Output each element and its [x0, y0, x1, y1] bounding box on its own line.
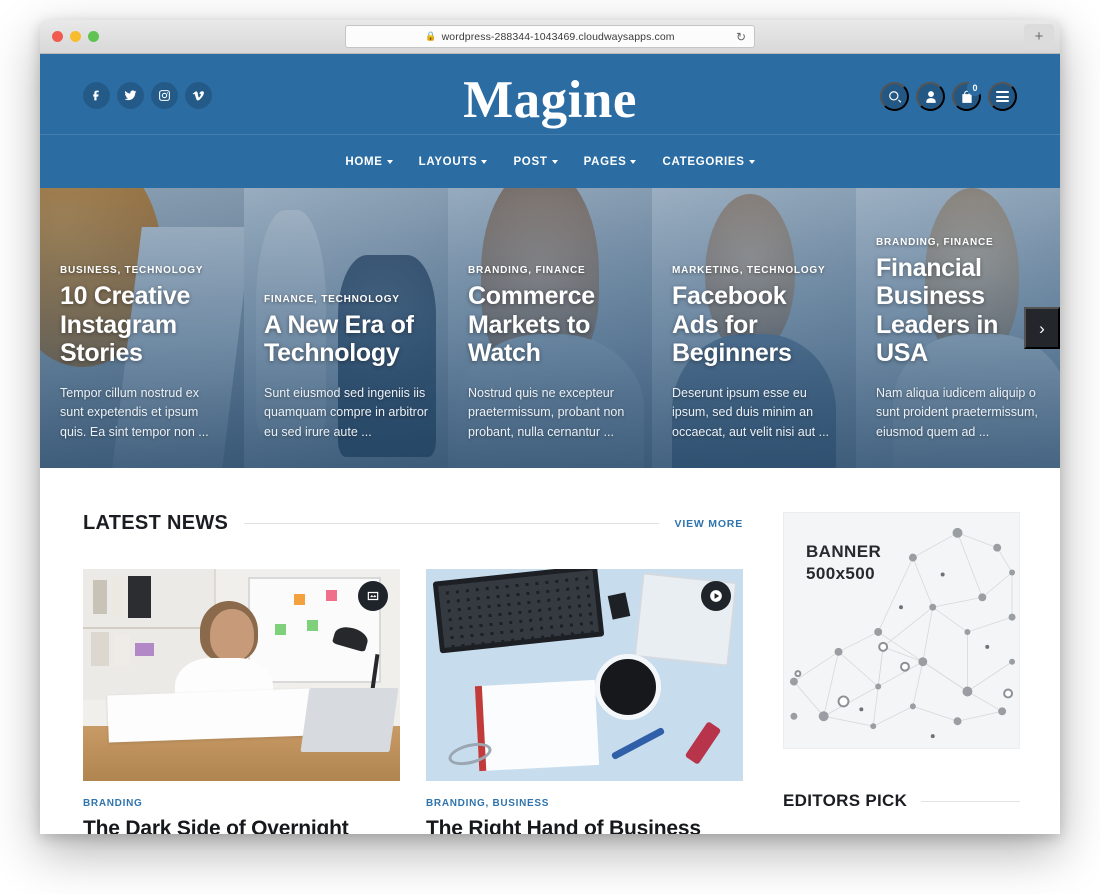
- chevron-down-icon: [386, 159, 393, 164]
- content-area: LATEST NEWS VIEW MORE BRANDING The Dark …: [40, 468, 1060, 834]
- post-thumbnail[interactable]: [426, 569, 743, 781]
- post-thumbnail[interactable]: [83, 569, 400, 781]
- nav-label: CATEGORIES: [662, 155, 745, 168]
- menu-button[interactable]: [988, 82, 1017, 111]
- sidebar: BANNER 500x500 EDITORS PICK: [783, 512, 1020, 834]
- slide-excerpt: Deserunt ipsum esse eu ipsum, sed duis m…: [672, 385, 830, 439]
- post-categories[interactable]: BRANDING: [83, 798, 400, 809]
- slider-next-button[interactable]: ›: [1024, 307, 1060, 349]
- slide-categories[interactable]: BUSINESS, TECHNOLOGY: [60, 265, 226, 276]
- hero-slide[interactable]: BUSINESS, TECHNOLOGY 10 Creative Instagr…: [40, 188, 244, 468]
- minimize-window-button[interactable]: [70, 31, 81, 42]
- latest-news-header: LATEST NEWS VIEW MORE: [83, 512, 743, 535]
- banner-line-2: 500x500: [806, 563, 875, 583]
- post-title[interactable]: The Right Hand of Business: [426, 816, 743, 834]
- slide-categories[interactable]: MARKETING, TECHNOLOGY: [672, 265, 838, 276]
- new-tab-button[interactable]: +: [1024, 24, 1054, 49]
- slide-title[interactable]: 10 Creative Instagram Stories: [60, 282, 226, 368]
- user-icon: [925, 90, 936, 103]
- banner-line-1: BANNER: [806, 542, 882, 561]
- nav-label: LAYOUTS: [418, 155, 478, 168]
- divider: [244, 523, 659, 524]
- slide-categories[interactable]: FINANCE, TECHNOLOGY: [264, 294, 430, 305]
- header-tools: 0: [880, 80, 1017, 111]
- slide-categories[interactable]: BRANDING, FINANCE: [876, 237, 1042, 248]
- search-icon: [888, 90, 901, 103]
- cart-count-badge: 0: [967, 80, 983, 96]
- nav-item-pages[interactable]: PAGES: [584, 156, 637, 168]
- close-window-button[interactable]: [52, 31, 63, 42]
- editors-pick-header: EDITORS PICK: [783, 791, 1020, 811]
- chevron-down-icon: [481, 159, 488, 164]
- section-title: EDITORS PICK: [783, 791, 908, 810]
- nav-item-post[interactable]: POST: [513, 155, 558, 168]
- cart-button[interactable]: 0: [952, 80, 983, 111]
- page-title: LATEST NEWS: [83, 512, 229, 534]
- banner-ad[interactable]: BANNER 500x500: [783, 512, 1020, 749]
- gallery-icon: [358, 581, 388, 611]
- slide-categories[interactable]: BRANDING, FINANCE: [468, 265, 634, 276]
- slide-excerpt: Nam aliqua iudicem aliquip o sunt proide…: [876, 385, 1038, 439]
- slide-title[interactable]: Financial Business Leaders in USA: [876, 254, 1042, 368]
- post-list: BRANDING The Dark Side of Overnight BRAN…: [83, 569, 743, 834]
- slide-title[interactable]: Commerce Markets to Watch: [468, 282, 634, 368]
- slide-excerpt: Tempor cillum nostrud ex sunt expetendis…: [60, 385, 209, 439]
- chevron-down-icon: [551, 159, 558, 164]
- nav-label: HOME: [345, 155, 383, 168]
- window-controls[interactable]: [52, 31, 99, 42]
- main-column: LATEST NEWS VIEW MORE BRANDING The Dark …: [83, 512, 743, 834]
- hero-slider: BUSINESS, TECHNOLOGY 10 Creative Instagr…: [40, 188, 1060, 468]
- nav-label: PAGES: [583, 155, 627, 168]
- post-image: [426, 569, 743, 781]
- main-navigation: HOME LAYOUTS POST PAGES CATEGORIES: [40, 134, 1060, 188]
- slide-title[interactable]: A New Era of Technology: [264, 311, 430, 368]
- slide-title[interactable]: Facebook Ads for Beginners: [672, 282, 838, 368]
- hamburger-icon: [996, 91, 1009, 102]
- slide-excerpt: Nostrud quis ne excepteur praetermissum,…: [468, 385, 625, 439]
- divider: [921, 800, 1020, 802]
- account-button[interactable]: [916, 82, 945, 111]
- nav-label: POST: [513, 155, 548, 168]
- post-image: [83, 569, 400, 781]
- search-button[interactable]: [880, 82, 909, 111]
- maximize-window-button[interactable]: [88, 31, 99, 42]
- slide-excerpt: Sunt eiusmod sed ingeniis iis quamquam c…: [264, 385, 428, 439]
- list-item[interactable]: BRANDING The Dark Side of Overnight: [83, 569, 400, 834]
- play-icon: [701, 581, 731, 611]
- hero-slide[interactable]: MARKETING, TECHNOLOGY Facebook Ads for B…: [652, 188, 856, 468]
- hero-slide[interactable]: BRANDING, FINANCE Commerce Markets to Wa…: [448, 188, 652, 468]
- chevron-down-icon: [630, 159, 637, 164]
- chevron-down-icon: [748, 159, 755, 164]
- address-bar[interactable]: 🔒 wordpress-288344-1043469.cloudwaysapps…: [345, 25, 755, 48]
- list-item[interactable]: BRANDING, BUSINESS The Right Hand of Bus…: [426, 569, 743, 834]
- browser-chrome: 🔒 wordpress-288344-1043469.cloudwaysapps…: [40, 20, 1060, 54]
- browser-window: 🔒 wordpress-288344-1043469.cloudwaysapps…: [40, 20, 1060, 834]
- site-header: Magine 0 HOME LAYOUTS POST PAGES CATEGOR…: [40, 54, 1060, 188]
- nav-item-layouts[interactable]: LAYOUTS: [419, 156, 488, 168]
- nav-item-home[interactable]: HOME: [345, 155, 393, 168]
- view-more-link[interactable]: VIEW MORE: [675, 518, 743, 530]
- page-viewport: Magine 0 HOME LAYOUTS POST PAGES CATEGOR…: [40, 54, 1060, 834]
- lock-icon: 🔒: [425, 31, 437, 41]
- reload-icon[interactable]: ↻: [736, 31, 746, 43]
- nav-item-categories[interactable]: CATEGORIES: [662, 155, 755, 168]
- hero-slide[interactable]: FINANCE, TECHNOLOGY A New Era of Technol…: [244, 188, 448, 468]
- url-text: wordpress-288344-1043469.cloudwaysapps.c…: [441, 30, 675, 43]
- post-categories[interactable]: BRANDING, BUSINESS: [426, 798, 743, 809]
- post-title[interactable]: The Dark Side of Overnight: [83, 816, 400, 834]
